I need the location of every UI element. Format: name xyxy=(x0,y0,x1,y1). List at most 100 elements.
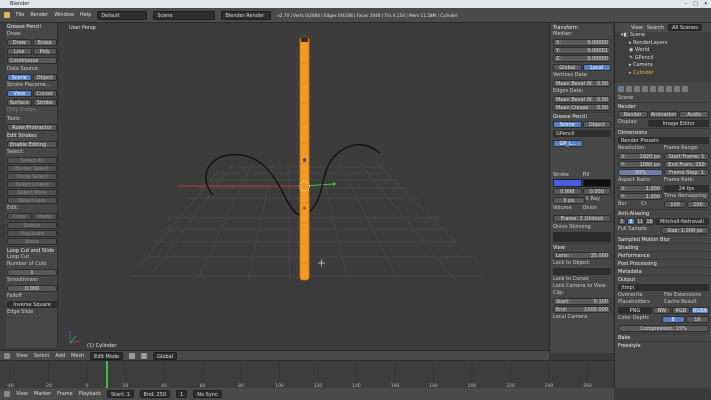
display-select[interactable]: Image Editor xyxy=(648,120,709,127)
menu-render[interactable]: Render xyxy=(30,12,48,18)
view-menu[interactable]: View xyxy=(16,353,28,359)
grease-pencil-header[interactable]: Grease Pencil xyxy=(7,23,57,31)
sync-select[interactable]: No Sync xyxy=(193,390,222,398)
playback-menu[interactable]: Playback xyxy=(79,391,101,397)
blender-logo-icon[interactable] xyxy=(4,12,10,18)
output-header[interactable]: Output xyxy=(618,275,709,283)
menu-file[interactable]: File xyxy=(16,12,24,18)
time-new-field[interactable]: 100 xyxy=(687,201,709,208)
rgb-button[interactable]: RGB xyxy=(672,307,690,314)
freestyle-header[interactable]: Freestyle xyxy=(618,341,709,349)
full-sample-checkbox[interactable]: Full Sample xyxy=(618,226,660,233)
mode-select[interactable]: Edit Mode xyxy=(90,351,124,360)
transform-orientation-select[interactable]: Global xyxy=(153,351,178,360)
menu-window[interactable]: Window xyxy=(54,12,74,18)
frame-lock-button[interactable]: Frame: 1 (Unlock xyxy=(553,215,611,222)
number-of-cuts-field[interactable]: 1 xyxy=(7,269,57,276)
placeholders-checkbox[interactable]: Placeholders xyxy=(618,299,663,306)
aspect-x-field[interactable]: X: 1.000 xyxy=(618,185,663,192)
local-button[interactable]: Local xyxy=(582,64,611,71)
current-frame-marker[interactable] xyxy=(106,361,108,388)
performance-header[interactable]: Performance xyxy=(618,251,709,259)
data-tab-icon[interactable] xyxy=(666,86,672,92)
lock-camera-checkbox[interactable]: Lock Camera to View xyxy=(553,283,611,290)
res-y-field[interactable]: Y: 1080 px xyxy=(618,161,663,168)
select-all-button[interactable]: Select All xyxy=(7,157,57,164)
end-frame-field[interactable]: End Fram: 250 xyxy=(664,161,709,168)
outliner-item-renderlayers[interactable]: ▸ RenderLayers xyxy=(621,40,711,48)
texture-tab-icon[interactable] xyxy=(682,86,688,92)
frame-rate-select[interactable]: 24 fps xyxy=(664,185,709,192)
mean-crease-field[interactable]: Mean Crease 0.00 xyxy=(553,104,611,111)
anti-aliasing-panel-header[interactable]: Anti-Aliasing xyxy=(618,209,709,217)
duplicate-button[interactable]: Duplicate xyxy=(7,230,57,237)
grease-pencil-panel-header[interactable]: Grease Pencil xyxy=(553,112,611,120)
file-extensions-checkbox[interactable]: File Extensions xyxy=(664,292,709,299)
circle-select-button[interactable]: Circle Select xyxy=(7,173,57,180)
operator-header[interactable]: Loop Cut and Slide xyxy=(7,246,57,254)
depth-16-button[interactable]: 16 xyxy=(685,316,709,323)
outliner-item-cylinder[interactable]: ▸ Cylinder xyxy=(621,70,711,78)
minimize-icon[interactable]: – xyxy=(685,0,688,8)
median-y-field[interactable]: Y: 0.00001 xyxy=(553,47,611,54)
placement-stroke-button[interactable]: Stroke xyxy=(32,99,57,106)
crop-checkbox[interactable]: Cr xyxy=(641,201,663,208)
global-button[interactable]: Global xyxy=(553,64,582,71)
placement-surface-button[interactable]: Surface xyxy=(7,99,32,106)
shading-header[interactable]: Shading xyxy=(618,243,709,251)
onion-skinning-checkbox[interactable]: Onion Skinning xyxy=(553,224,611,231)
xray-checkbox[interactable]: X Ray xyxy=(586,196,612,203)
gp-layer-item[interactable]: GP_L... xyxy=(553,140,583,147)
time-old-field[interactable]: 100 xyxy=(664,201,686,208)
menu-help[interactable]: Help xyxy=(80,12,91,18)
start-field[interactable]: Start: 1 xyxy=(107,390,134,398)
res-x-field[interactable]: X: 1920 px xyxy=(618,153,663,160)
overwrite-checkbox[interactable]: Overwrite xyxy=(618,292,663,299)
render-presets-select[interactable]: Render Presets xyxy=(618,137,709,144)
thickness-field[interactable]: 3 px xyxy=(553,197,585,204)
outliner-item-gpencil[interactable]: ✎ GPencil xyxy=(621,55,711,63)
outliner-search-menu[interactable]: Search xyxy=(647,25,664,31)
outliner-view-menu[interactable]: View xyxy=(631,25,643,31)
erase-button[interactable]: Erase xyxy=(32,39,57,46)
aa-filter-select[interactable]: Mitchell-Netravali xyxy=(654,218,709,225)
edit-strokes-header[interactable]: Edit Strokes xyxy=(7,132,57,140)
select-less-button[interactable]: Select Less xyxy=(7,197,57,204)
cache-result-checkbox[interactable]: Cache Result xyxy=(664,299,709,306)
gpencil-datablock[interactable]: GPencil xyxy=(553,130,611,137)
render-engine-select[interactable]: Blender Render xyxy=(221,10,272,20)
close-icon[interactable]: ✕ xyxy=(704,0,708,8)
audio-button[interactable]: Audio xyxy=(679,111,710,118)
marker-menu[interactable]: Marker xyxy=(34,391,51,397)
file-format-select[interactable]: PNG xyxy=(618,307,652,314)
timeline[interactable]: -40 -20 0 20 40 60 80 100 120 140 160 180 200 220 240 2… xyxy=(0,360,614,388)
world-tab-icon[interactable] xyxy=(642,86,648,92)
falloff-select[interactable]: Inverse Square xyxy=(7,301,57,308)
paste-button[interactable]: Paste xyxy=(32,213,57,220)
aa-11-button[interactable]: 11 xyxy=(636,218,645,225)
3d-viewport[interactable]: User Persp (1) Cylinder xyxy=(58,23,549,353)
render-panel-header[interactable]: Render xyxy=(618,102,709,110)
median-z-field[interactable]: Z: 0.00000 xyxy=(553,55,611,62)
copy-button[interactable]: Copy xyxy=(7,213,32,220)
outliner-item-scene[interactable]: ▾◧ Scene xyxy=(621,32,711,40)
frame-menu[interactable]: Frame xyxy=(57,391,73,397)
tool-shelf-tabs[interactable] xyxy=(0,23,6,348)
material-tab-icon[interactable] xyxy=(674,86,680,92)
aa-8-button[interactable]: 8 xyxy=(627,218,635,225)
modifiers-tab-icon[interactable] xyxy=(658,86,664,92)
scene-select[interactable]: Scene xyxy=(153,10,216,20)
select-menu[interactable]: Select xyxy=(34,353,49,359)
timeline-view-menu[interactable]: View xyxy=(16,391,28,397)
gp-scene-button[interactable]: Scene xyxy=(553,121,582,128)
depth-8-button[interactable]: 8 xyxy=(661,316,685,323)
onion-checkbox[interactable]: Onion xyxy=(583,205,612,212)
aa-size-field[interactable]: Size: 1.000 px xyxy=(661,227,709,234)
sampled-motion-blur-header[interactable]: Sampled Motion Blur xyxy=(618,235,709,243)
output-path-field[interactable]: /tmp\ xyxy=(618,284,709,291)
clip-end-field[interactable]: End: 1000.000 xyxy=(553,306,611,313)
fill-alpha-field[interactable]: 0.000 xyxy=(582,188,611,195)
border-select-button[interactable]: Border Select xyxy=(7,165,57,172)
transform-header[interactable]: Transform xyxy=(553,23,611,31)
outliner-display-select[interactable]: All Scenes xyxy=(668,24,702,31)
